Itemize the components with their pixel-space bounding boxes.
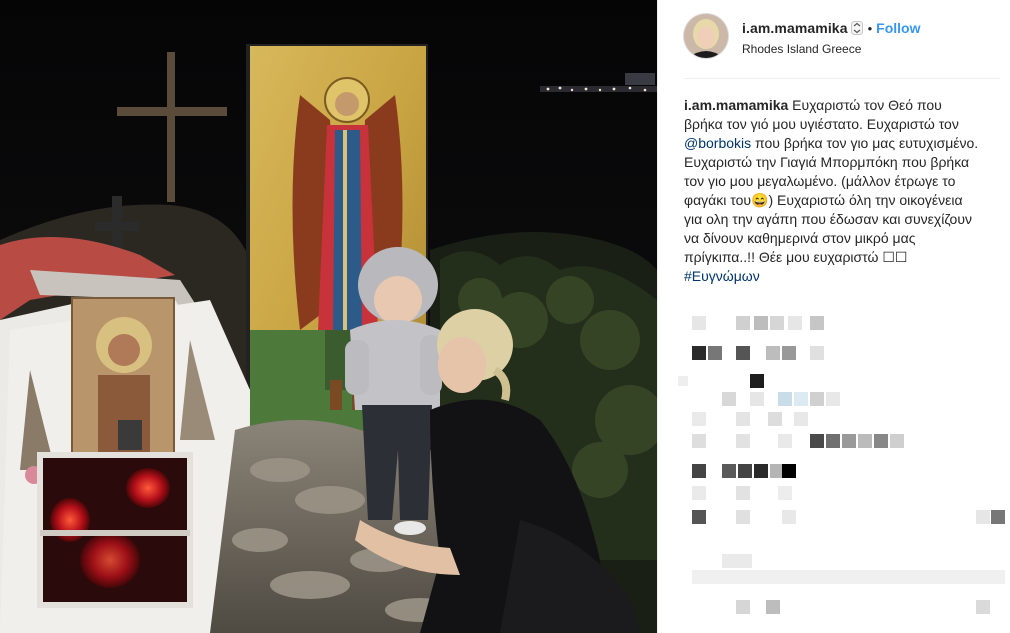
avatar-image: [684, 14, 728, 58]
verified-badge-icon: [850, 21, 863, 35]
pixelated-comments: [658, 308, 1010, 633]
username-link[interactable]: i.am.mamamika: [742, 20, 848, 36]
caption-username-link[interactable]: i.am.mamamika: [684, 97, 788, 113]
mention-link[interactable]: @borbokis: [684, 135, 751, 151]
hashtag-link[interactable]: #Ευγνώμων: [684, 268, 760, 284]
post-caption: i.am.mamamika Ευχαριστώ τον Θεό που βρήκ…: [684, 96, 984, 286]
header-divider: [684, 78, 1000, 79]
pixelated-comments-graphic: [678, 316, 1005, 614]
separator-dot: •: [867, 20, 873, 36]
post-photo[interactable]: [0, 0, 657, 633]
caption-text-2: που βρήκα τον γιο μας ευτυχισμένο. Ευχαρ…: [684, 135, 979, 265]
profile-avatar[interactable]: [684, 14, 728, 58]
post-side-panel: i.am.mamamika • Follow Rhodes Island Gre…: [657, 0, 1010, 633]
follow-button[interactable]: Follow: [876, 20, 920, 36]
photo-illustration: [0, 0, 657, 633]
post-modal: i.am.mamamika • Follow Rhodes Island Gre…: [0, 0, 1010, 633]
location-link[interactable]: Rhodes Island Greece: [742, 42, 861, 56]
post-header: i.am.mamamika • Follow Rhodes Island Gre…: [684, 14, 984, 64]
username-row: i.am.mamamika • Follow: [742, 20, 920, 36]
